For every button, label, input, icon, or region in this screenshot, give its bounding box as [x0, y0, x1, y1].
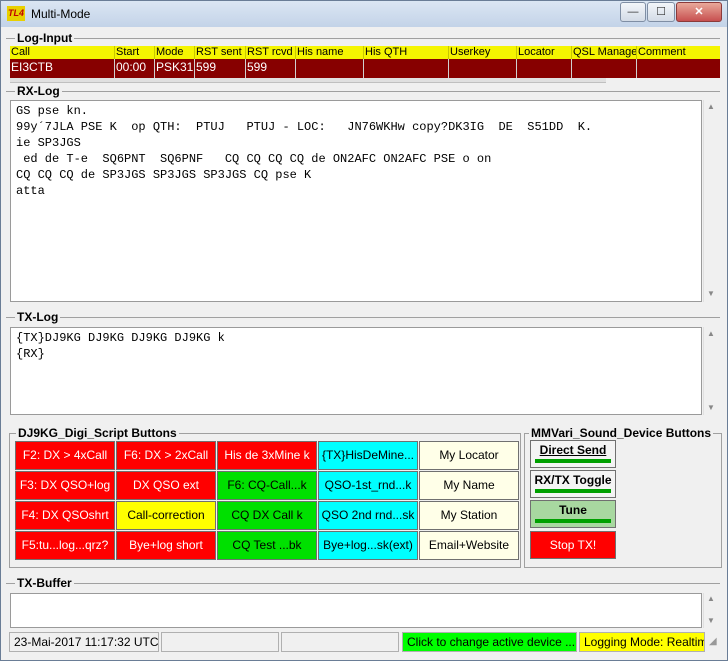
title-bar[interactable]: TL4 Multi-Mode — ☐ ✕ [1, 1, 727, 27]
direct-send-button[interactable]: Direct Send [530, 440, 616, 468]
macro-button[interactable]: F6: DX > 2xCall [116, 441, 216, 470]
log-input-header-row: Call Start Mode RST sent RST rcvd His na… [10, 46, 720, 59]
macro-button[interactable]: His de 3xMine k [217, 441, 317, 470]
logging-mode-status[interactable]: Logging Mode: Realtime [579, 632, 705, 652]
rx-tx-toggle-button[interactable]: RX/TX Toggle [530, 470, 616, 498]
header-call: Call [10, 46, 115, 59]
userkey-field[interactable] [449, 59, 517, 78]
direct-send-label: Direct Send [539, 443, 607, 457]
header-rst-rcvd: RST rcvd [246, 46, 296, 59]
header-start: Start [115, 46, 155, 59]
locator-field[interactable] [517, 59, 572, 78]
macro-button-grid: F2: DX > 4xCall F6: DX > 2xCall His de 3xM… [15, 441, 519, 560]
rx-tx-toggle-indicator [535, 489, 611, 493]
macro-button[interactable]: F2: DX > 4xCall [15, 441, 115, 470]
scroll-up-icon[interactable]: ▲ [707, 594, 715, 603]
log-input-value-row: EI3CTB 00:00 PSK31 599 599 [10, 59, 720, 78]
scroll-up-icon[interactable]: ▲ [707, 102, 715, 111]
header-his-qth: His QTH [364, 46, 449, 59]
rx-log-title: RX-Log [15, 84, 62, 98]
stop-tx-button[interactable]: Stop TX! [530, 531, 616, 559]
rst-rcvd-field[interactable]: 599 [246, 59, 296, 78]
tx-buffer-title: TX-Buffer [15, 576, 74, 590]
macro-group-title: DJ9KG_Digi_Script Buttons [16, 426, 179, 440]
macro-button[interactable]: My Station [419, 501, 519, 530]
app-logo-icon: TL4 [7, 6, 25, 21]
mode-field[interactable]: PSK31 [155, 59, 195, 78]
tx-log-text[interactable]: {TX}DJ9KG DJ9KG DJ9KG DJ9KG k {RX} [10, 327, 702, 415]
tx-buffer-input[interactable] [10, 593, 702, 628]
header-his-name: His name [296, 46, 364, 59]
macro-button[interactable]: F5:tu...log...qrz? [15, 531, 115, 560]
scroll-down-icon[interactable]: ▼ [707, 403, 715, 412]
macro-button[interactable]: QSO 2nd rnd...sk [318, 501, 418, 530]
maximize-button[interactable]: ☐ [647, 2, 675, 22]
tune-indicator [535, 519, 611, 523]
direct-send-indicator [535, 459, 611, 463]
close-button[interactable]: ✕ [676, 2, 722, 22]
his-qth-field[interactable] [364, 59, 449, 78]
header-qsl-manager: QSL Manager [573, 46, 637, 59]
macro-button[interactable]: Bye+log...sk(ext) [318, 531, 418, 560]
resize-grip-icon[interactable]: ◢ [709, 636, 717, 647]
scroll-down-icon[interactable]: ▼ [707, 616, 715, 625]
status-panel-empty-2 [281, 632, 399, 652]
minimize-button[interactable]: — [620, 2, 646, 22]
rst-sent-field[interactable]: 599 [195, 59, 246, 78]
main-window: TL4 Multi-Mode — ☐ ✕ Log-Input Call Star… [0, 0, 728, 661]
comment-field[interactable] [637, 59, 720, 78]
scroll-up-icon[interactable]: ▲ [707, 329, 715, 338]
macro-button[interactable]: F4: DX QSOshrt [15, 501, 115, 530]
header-locator: Locator [517, 46, 572, 59]
macro-button[interactable]: QSO-1st_rnd...k [318, 471, 418, 500]
macro-button[interactable]: Call-correction [116, 501, 216, 530]
header-rst-sent: RST sent [195, 46, 246, 59]
status-panel-empty-1 [161, 632, 279, 652]
call-field[interactable]: EI3CTB [10, 59, 115, 78]
log-input-scrollbar[interactable] [10, 78, 606, 83]
macro-button[interactable]: Bye+log short [116, 531, 216, 560]
tx-buffer-scrollbar[interactable]: ▲ ▼ [703, 593, 720, 628]
macro-button[interactable]: My Locator [419, 441, 519, 470]
header-userkey: Userkey [449, 46, 517, 59]
start-field[interactable]: 00:00 [115, 59, 155, 78]
his-name-field[interactable] [296, 59, 364, 78]
macro-button[interactable]: CQ DX Call k [217, 501, 317, 530]
macro-button[interactable]: F6: CQ-Call...k [217, 471, 317, 500]
rx-log-scrollbar[interactable]: ▲ ▼ [703, 100, 720, 302]
rx-tx-toggle-label: RX/TX Toggle [534, 473, 612, 487]
qsl-manager-field[interactable] [572, 59, 637, 78]
status-bar: 23-Mai-2017 11:17:32 UTC Click to change… [1, 632, 727, 654]
status-datetime: 23-Mai-2017 11:17:32 UTC [9, 632, 159, 652]
tx-log-title: TX-Log [15, 310, 61, 324]
scroll-down-icon[interactable]: ▼ [707, 289, 715, 298]
tune-label: Tune [559, 503, 587, 517]
header-comment: Comment [638, 46, 686, 58]
window-title: Multi-Mode [31, 7, 91, 21]
mmvari-group-title: MMVari_Sound_Device Buttons [529, 426, 714, 440]
rx-log-text[interactable]: GS pse kn. 99y´7JLA PSE K op QTH: PTUJ P… [10, 100, 702, 302]
tune-button[interactable]: Tune [530, 500, 616, 528]
macro-button[interactable]: DX QSO ext [116, 471, 216, 500]
header-mode: Mode [155, 46, 195, 59]
macro-button[interactable]: F3: DX QSO+log [15, 471, 115, 500]
macro-button[interactable]: CQ Test ...bk [217, 531, 317, 560]
active-device-button[interactable]: Click to change active device ... [402, 632, 577, 652]
macro-button[interactable]: My Name [419, 471, 519, 500]
macro-button[interactable]: Email+Website [419, 531, 519, 560]
macro-button[interactable]: {TX}HisDeMine... [318, 441, 418, 470]
tx-log-scrollbar[interactable]: ▲ ▼ [703, 327, 720, 415]
log-input-title: Log-Input [15, 31, 75, 45]
